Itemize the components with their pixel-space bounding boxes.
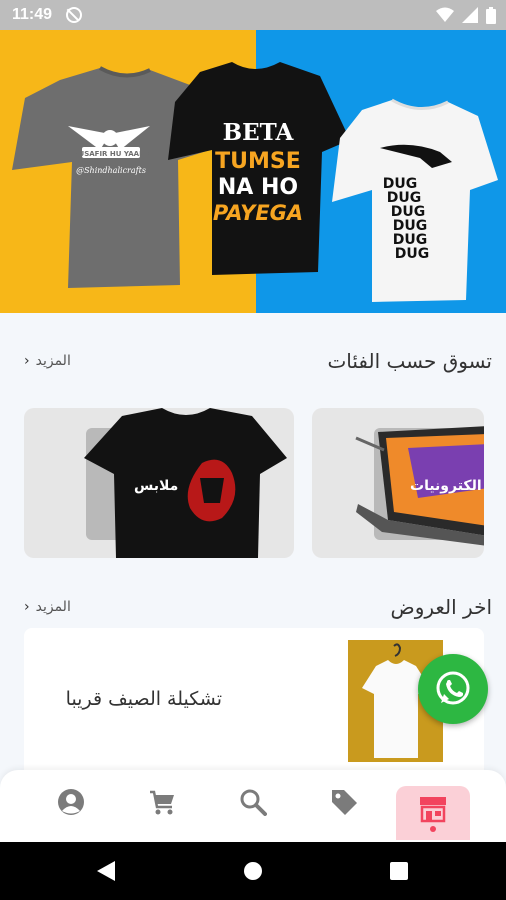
gray-shirt-script: @Shindhalicrafts [76, 166, 146, 175]
categories-more-label: المزيد [35, 353, 71, 369]
black-shirt-line-4: PAYEGA [213, 201, 303, 225]
tab-search[interactable] [233, 782, 273, 822]
black-tshirt-image [84, 408, 287, 558]
categories-title: تسوق حسب الفئات [327, 349, 492, 373]
offers-more-label: المزيد [35, 599, 71, 615]
status-bar: 11:49 [0, 0, 506, 30]
category-card-electronics[interactable]: الكترونيات [312, 408, 484, 558]
offer-card[interactable]: تشكيلة الصيف قريبا [24, 628, 484, 778]
chevron-left-icon: ‹ [24, 599, 30, 615]
whatsapp-button[interactable] [418, 654, 488, 724]
white-shirt-line-6: DUG [395, 246, 429, 262]
user-icon [58, 789, 84, 815]
bottom-tab-bar [0, 770, 506, 842]
category-card-clothes[interactable]: ملابس [24, 408, 294, 558]
offer-text: تشكيلة الصيف قريبا [65, 688, 222, 710]
tab-store[interactable] [396, 786, 470, 840]
offers-more-link[interactable]: المزيد ‹ [24, 599, 71, 615]
tab-cart[interactable] [142, 782, 182, 822]
system-nav-bar [0, 842, 506, 900]
chevron-left-icon: ‹ [24, 353, 30, 369]
category-label-clothes: ملابس [134, 478, 179, 494]
black-shirt-line-3: NA HO [218, 175, 298, 200]
home-icon[interactable] [243, 861, 263, 881]
store-icon [420, 797, 446, 823]
battery-icon [486, 6, 496, 24]
recents-icon[interactable] [390, 862, 408, 880]
search-icon [240, 789, 267, 816]
wifi-icon [436, 7, 454, 22]
status-time: 11:49 [12, 6, 53, 23]
black-tshirt-image: BETA TUMSE NA HO PAYEGA [168, 62, 350, 275]
active-tab-indicator [430, 826, 436, 832]
offers-title: اخر العروض [390, 595, 492, 619]
white-tshirt-image: DUG DUG DUG DUG DUG DUG [332, 98, 498, 302]
signal-icon [462, 7, 478, 23]
black-shirt-line-2: TUMSE [215, 149, 301, 174]
categories-header: تسوق حسب الفئات المزيد ‹ [24, 346, 492, 376]
data-saver-icon [66, 7, 83, 23]
gray-shirt-text: MUSAFIR HU YAARO [72, 150, 151, 158]
category-label-electronics: الكترونيات [410, 478, 482, 494]
black-shirt-line-1: BETA [223, 119, 295, 146]
offers-header: اخر العروض المزيد ‹ [24, 592, 492, 622]
categories-more-link[interactable]: المزيد ‹ [24, 353, 71, 369]
tab-offers[interactable] [324, 782, 364, 822]
back-icon[interactable] [97, 861, 115, 881]
tab-profile[interactable] [51, 782, 91, 822]
whatsapp-icon [436, 671, 470, 705]
cart-icon [150, 790, 174, 815]
hero-banner[interactable]: MUSAFIR HU YAARO @Shindhalicrafts BETA T… [0, 30, 506, 313]
tag-icon [332, 790, 357, 815]
